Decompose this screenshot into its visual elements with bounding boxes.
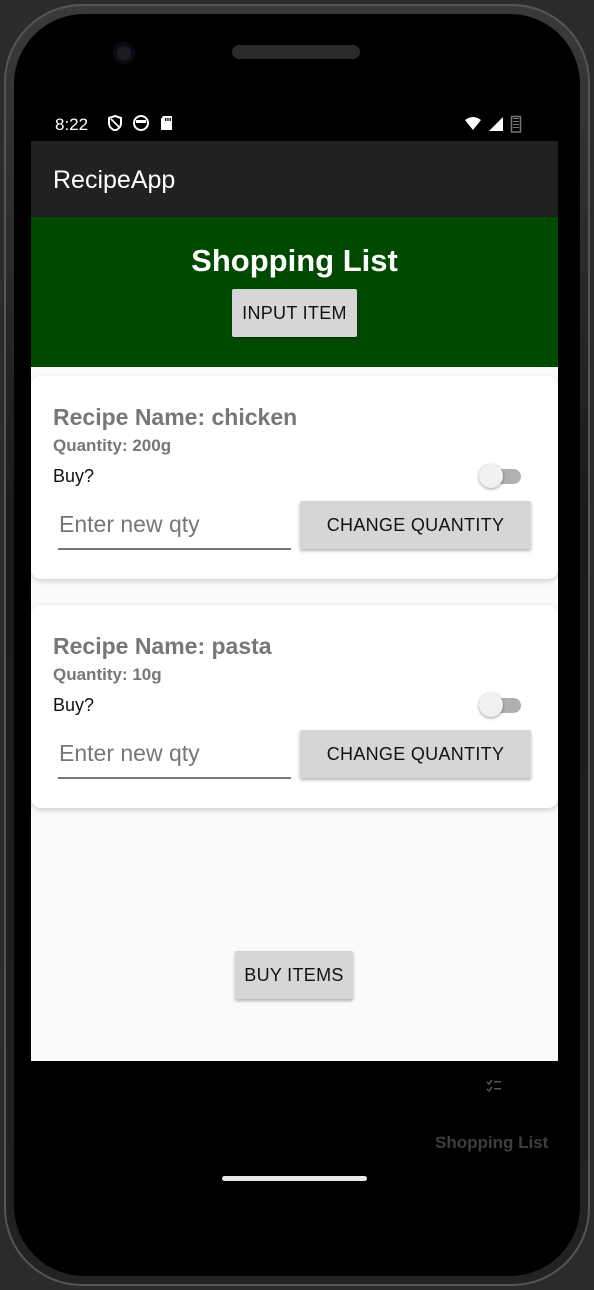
buy-label: Buy? [53, 695, 95, 715]
wifi-icon [465, 117, 481, 130]
face-icon [133, 115, 149, 131]
item-quantity: Quantity: 10g [53, 665, 162, 684]
buy-items-button[interactable]: BUY ITEMS [235, 951, 353, 999]
front-camera [113, 42, 135, 64]
change-quantity-button[interactable]: CHANGE QUANTITY [300, 501, 531, 549]
bottom-nav: Shopping List [31, 1061, 558, 1181]
item-quantity: Quantity: 200g [53, 436, 172, 455]
new-qty-input[interactable] [58, 733, 291, 779]
nav-label-shopping-list[interactable]: Shopping List [435, 1133, 548, 1153]
change-quantity-button[interactable]: CHANGE QUANTITY [300, 730, 531, 778]
status-bar: 8:22 [31, 103, 558, 141]
battery-icon [510, 115, 522, 133]
buy-toggle-thumb [479, 464, 503, 488]
shopping-item-card: Recipe Name: chicken Quantity: 200g Buy?… [31, 376, 558, 579]
shield-icon [108, 115, 122, 131]
app-title: RecipeApp [53, 166, 176, 194]
buy-label: Buy? [53, 466, 95, 486]
app-bar: RecipeApp [31, 141, 558, 217]
new-qty-input[interactable] [58, 504, 291, 550]
recipe-name: Recipe Name: chicken [53, 404, 298, 430]
shopping-item-card: Recipe Name: pasta Quantity: 10g Buy? CH… [31, 605, 558, 808]
home-indicator[interactable] [222, 1176, 367, 1181]
shopping-list-header: Shopping List INPUT ITEM [31, 217, 558, 367]
page-title: Shopping List [191, 243, 398, 278]
screen: 8:22 RecipeApp Shopping List INPUT ITEM … [31, 103, 558, 1061]
buy-toggle-thumb [479, 693, 503, 717]
checklist-icon[interactable] [486, 1079, 502, 1093]
buy-toggle[interactable] [479, 464, 523, 488]
sd-card-icon [161, 116, 172, 130]
signal-icon [489, 117, 503, 131]
recipe-name: Recipe Name: pasta [53, 633, 272, 659]
buy-toggle[interactable] [479, 693, 523, 717]
earpiece-speaker [232, 45, 360, 59]
status-time: 8:22 [55, 115, 89, 134]
input-item-button[interactable]: INPUT ITEM [232, 289, 357, 337]
